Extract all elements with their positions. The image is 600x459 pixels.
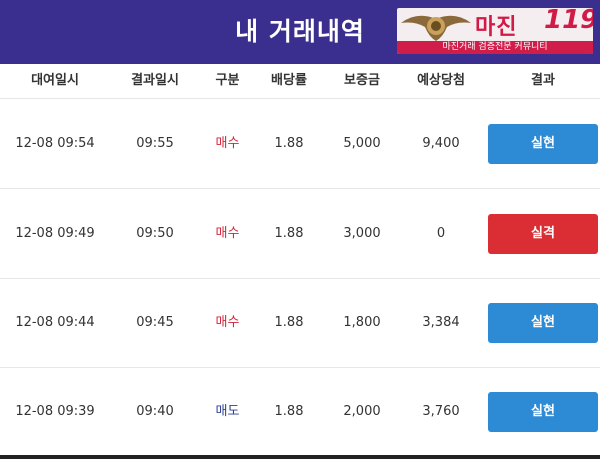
column-header-odds: 배당률 bbox=[271, 73, 307, 88]
start-time: 12-08 09:54 bbox=[15, 136, 95, 151]
logo-number: 119 bbox=[544, 8, 593, 35]
logo-wordmark: 마진 bbox=[475, 15, 518, 40]
result-button[interactable]: 실격 bbox=[488, 214, 598, 254]
expected-payout: 3,760 bbox=[422, 404, 460, 419]
column-header-result: 결과 bbox=[531, 73, 555, 88]
table-row: 12-08 09:44 09:45 매수 1.88 1,800 3,384 실현 bbox=[0, 278, 600, 368]
odds: 1.88 bbox=[274, 226, 304, 241]
result-button[interactable]: 실현 bbox=[488, 392, 598, 432]
table-row: 12-08 09:39 09:40 매도 1.88 2,000 3,760 실현 bbox=[0, 367, 600, 456]
expected-payout: 3,384 bbox=[422, 315, 460, 330]
logo-tagline: 마진거래 검증전문 커뮤니티 bbox=[397, 41, 593, 54]
trade-type: 매수 bbox=[215, 136, 240, 151]
expected-payout: 0 bbox=[436, 226, 446, 241]
start-time: 12-08 09:49 bbox=[15, 226, 95, 241]
end-time: 09:45 bbox=[136, 315, 174, 330]
end-time: 09:55 bbox=[136, 136, 174, 151]
deposit: 2,000 bbox=[343, 404, 381, 419]
column-header-end: 결과일시 bbox=[131, 73, 179, 88]
bottom-edge bbox=[0, 455, 600, 459]
column-header-deposit: 보증금 bbox=[344, 73, 380, 88]
start-time: 12-08 09:44 bbox=[15, 315, 95, 330]
eagle-emblem-icon bbox=[401, 15, 471, 41]
deposit: 3,000 bbox=[343, 226, 381, 241]
end-time: 09:50 bbox=[136, 226, 174, 241]
column-header-start: 대여일시 bbox=[31, 73, 79, 88]
column-header-expected: 예상당첨 bbox=[417, 73, 465, 88]
odds: 1.88 bbox=[274, 136, 304, 151]
result-button[interactable]: 실현 bbox=[488, 124, 598, 164]
table-row: 12-08 09:49 09:50 매수 1.88 3,000 0 실격 bbox=[0, 189, 600, 279]
odds: 1.88 bbox=[274, 315, 304, 330]
column-header-type: 구분 bbox=[215, 73, 240, 88]
expected-payout: 9,400 bbox=[422, 136, 460, 151]
site-logo[interactable]: 마진 119 마진거래 검증전문 커뮤니티 bbox=[397, 8, 593, 54]
deposit: 1,800 bbox=[343, 315, 381, 330]
start-time: 12-08 09:39 bbox=[15, 404, 95, 419]
table-header: 대여일시 결과일시 구분 배당률 보증금 예상당첨 결과 bbox=[0, 64, 600, 99]
deposit: 5,000 bbox=[343, 136, 381, 151]
odds: 1.88 bbox=[274, 404, 304, 419]
end-time: 09:40 bbox=[136, 404, 174, 419]
result-button[interactable]: 실현 bbox=[488, 303, 598, 343]
page-header: 내 거래내역 마진 119 마진거래 검증전문 커뮤니티 bbox=[0, 0, 600, 64]
trade-type: 매도 bbox=[215, 404, 240, 419]
table-row: 12-08 09:54 09:55 매수 1.88 5,000 9,400 실현 bbox=[0, 99, 600, 189]
trade-type: 매수 bbox=[215, 226, 240, 241]
trade-type: 매수 bbox=[215, 315, 240, 330]
